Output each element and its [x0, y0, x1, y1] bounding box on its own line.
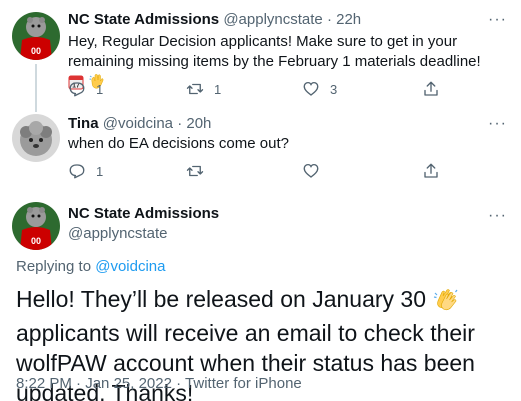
tweet-time[interactable]: 8:22 PM [16, 375, 72, 392]
author-handle[interactable]: @voidcina [103, 115, 173, 132]
tweet-source[interactable]: Twitter for iPhone [185, 375, 302, 392]
tweet-header: NC State Admissions @applyncstate · 22h [68, 10, 361, 30]
retweet-button[interactable] [186, 162, 204, 180]
author-name-line: NC State Admissions [68, 204, 219, 224]
main-text-part1: Hello! They’ll be released on January 30 [16, 286, 426, 312]
svg-text:00: 00 [31, 236, 41, 246]
author-name[interactable]: NC State Admissions [68, 205, 219, 222]
reply-icon [69, 82, 85, 97]
reply-button[interactable]: 1 [68, 162, 103, 180]
tweet-text-content: Hey, Regular Decision applicants! Make s… [68, 33, 481, 70]
heart-icon [303, 163, 319, 178]
author-handle[interactable]: @applyncstate [223, 11, 322, 28]
author-handle[interactable]: @applyncstate [68, 225, 167, 242]
author-name[interactable]: Tina [68, 115, 99, 132]
tweet-actions: 1 [68, 162, 448, 182]
heart-icon [303, 81, 319, 96]
reply-count: 1 [96, 81, 104, 97]
tweet-text: when do EA decisions come out? [68, 135, 289, 152]
tweet-time[interactable]: 20h [186, 115, 211, 132]
like-button[interactable] [302, 162, 320, 180]
tina-avatar[interactable] [12, 114, 60, 162]
tweet-time[interactable]: 22h [336, 11, 361, 28]
retweet-icon [186, 83, 204, 95]
more-options-icon[interactable]: ··· [488, 208, 507, 224]
share-button[interactable] [422, 80, 440, 98]
separator: · [177, 115, 183, 132]
tweet-meta: 8:22 PM · Jan 25, 2022 · Twitter for iPh… [16, 374, 302, 394]
separator: · [326, 11, 332, 28]
replying-to: Replying to @voidcina [16, 257, 165, 277]
tweet-date[interactable]: Jan 25, 2022 [85, 375, 172, 392]
ncstate-avatar[interactable]: 00 [12, 202, 60, 250]
share-icon [424, 81, 438, 96]
replying-to-label: Replying to [16, 258, 92, 275]
svg-text:00: 00 [31, 46, 41, 56]
like-count: 3 [330, 81, 338, 97]
more-options-icon[interactable]: ··· [488, 116, 507, 132]
separator: · [76, 375, 82, 392]
retweet-button[interactable]: 1 [186, 80, 221, 98]
like-button[interactable]: 3 [302, 80, 337, 98]
retweet-icon [186, 165, 204, 177]
tweet-tina[interactable]: Tina @voidcina · 20h ··· when do EA deci… [0, 106, 521, 190]
ncstate-avatar[interactable]: 00 [12, 12, 60, 60]
author-handle-line: @applyncstate [68, 224, 167, 244]
replying-to-link[interactable]: @voidcina [95, 258, 165, 275]
share-icon [424, 163, 438, 178]
more-options-icon[interactable]: ··· [488, 12, 507, 28]
tweet-ncstate-1[interactable]: 00 NC State Admissions @applyncstate · 2… [0, 0, 521, 112]
reply-button[interactable]: 1 [68, 80, 103, 98]
share-button[interactable] [422, 162, 440, 180]
retweet-count: 1 [214, 81, 222, 97]
clapping-hands-emoji [432, 287, 460, 318]
separator: · [176, 375, 182, 392]
thread-line [35, 64, 37, 112]
tweet-actions: 1 1 3 [68, 80, 448, 100]
tweet-header: Tina @voidcina · 20h [68, 114, 211, 134]
reply-icon [69, 164, 85, 179]
author-name[interactable]: NC State Admissions [68, 11, 219, 28]
reply-count: 1 [96, 163, 104, 179]
